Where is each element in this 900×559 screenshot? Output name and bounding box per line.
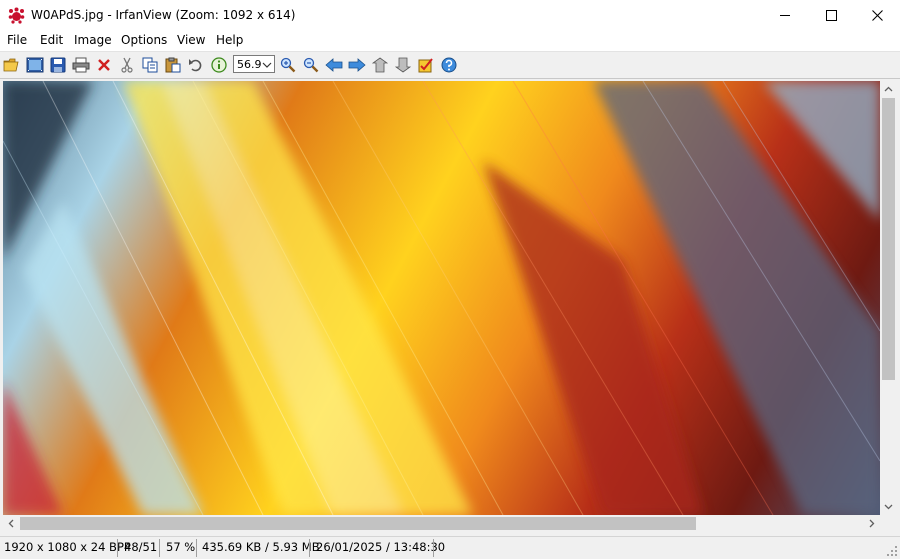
info-icon [211,57,227,73]
print-button[interactable] [71,55,91,75]
zoom-in-icon [280,57,296,73]
status-zoom: 57 % [166,540,196,554]
window-title: W0APdS.jpg - IrfanView (Zoom: 1092 x 614… [31,8,296,22]
status-dimensions: 1920 x 1080 x 24 BPP [4,540,131,554]
menu-help[interactable]: Help [216,33,243,47]
status-separator [196,539,197,557]
help-icon [441,57,457,73]
properties-icon [418,58,433,73]
paste-button[interactable] [163,55,183,75]
status-datetime: 26/01/2025 / 13:48:30 [316,540,446,554]
next-icon [348,58,366,72]
open-folder-icon [3,58,19,72]
scroll-right-button[interactable] [863,515,880,532]
paste-icon [165,57,181,73]
properties-button[interactable] [416,55,436,75]
maximize-icon [825,10,837,21]
delete-icon [98,59,110,71]
previous-button[interactable] [324,55,344,75]
undo-button[interactable] [186,55,206,75]
slideshow-button[interactable] [25,55,45,75]
horizontal-scrollbar[interactable] [3,515,880,532]
status-separator [433,539,434,557]
undo-icon [189,59,202,72]
menu-options[interactable]: Options [121,33,167,47]
scroll-down-button[interactable] [880,498,897,515]
status-size: 435.69 KB / 5.93 MB [202,540,320,554]
help-button[interactable] [439,55,459,75]
fractal-image [3,81,880,515]
first-file-button[interactable] [370,55,390,75]
chevron-down-icon [262,62,272,68]
title-bar[interactable]: W0APdS.jpg - IrfanView (Zoom: 1092 x 614… [0,0,900,31]
next-button[interactable] [347,55,367,75]
toolbar: 56.9 [0,52,900,79]
copy-icon [142,57,158,73]
scrollbar-corner [880,515,897,532]
zoom-out-icon [303,57,319,73]
cut-icon [121,57,133,73]
menu-edit[interactable]: Edit [40,33,63,47]
close-icon [871,10,883,21]
menu-view[interactable]: View [177,33,205,47]
menu-image[interactable]: Image [74,33,112,47]
last-file-icon [395,57,411,73]
minimize-icon [779,15,790,16]
delete-button[interactable] [94,55,114,75]
resize-grip-icon[interactable] [887,546,898,557]
zoom-in-button[interactable] [278,55,298,75]
scroll-left-button[interactable] [3,515,20,532]
chevron-right-icon [869,519,875,528]
vertical-scrollbar[interactable] [880,81,897,515]
chevron-down-icon [884,504,893,510]
chevron-left-icon [8,519,14,528]
first-file-icon [372,57,388,73]
status-separator [309,539,310,557]
chevron-up-icon [884,86,893,92]
vertical-scroll-thumb[interactable] [882,98,895,380]
scroll-up-button[interactable] [880,81,897,98]
open-button[interactable] [2,55,22,75]
slideshow-icon [26,57,44,73]
maximize-button[interactable] [808,0,854,31]
menu-bar: File Edit Image Options View Help [0,31,900,52]
zoom-out-button[interactable] [301,55,321,75]
status-separator [117,539,118,557]
close-button[interactable] [854,0,900,31]
zoom-value: 56.9 [237,58,262,71]
status-index: 48/51 [124,540,158,554]
horizontal-scroll-thumb[interactable] [20,517,696,530]
info-button[interactable] [209,55,229,75]
cut-button[interactable] [117,55,137,75]
irfanview-paw-icon [8,7,25,24]
minimize-button[interactable] [762,0,808,31]
print-icon [72,57,90,73]
image-canvas[interactable] [3,81,880,515]
save-button[interactable] [48,55,68,75]
previous-icon [325,58,343,72]
status-separator [159,539,160,557]
zoom-combo[interactable]: 56.9 [233,55,275,73]
copy-button[interactable] [140,55,160,75]
status-bar: 1920 x 1080 x 24 BPP 48/51 57 % 435.69 K… [0,536,900,559]
menu-file[interactable]: File [7,33,27,47]
last-file-button[interactable] [393,55,413,75]
save-icon [50,57,66,73]
